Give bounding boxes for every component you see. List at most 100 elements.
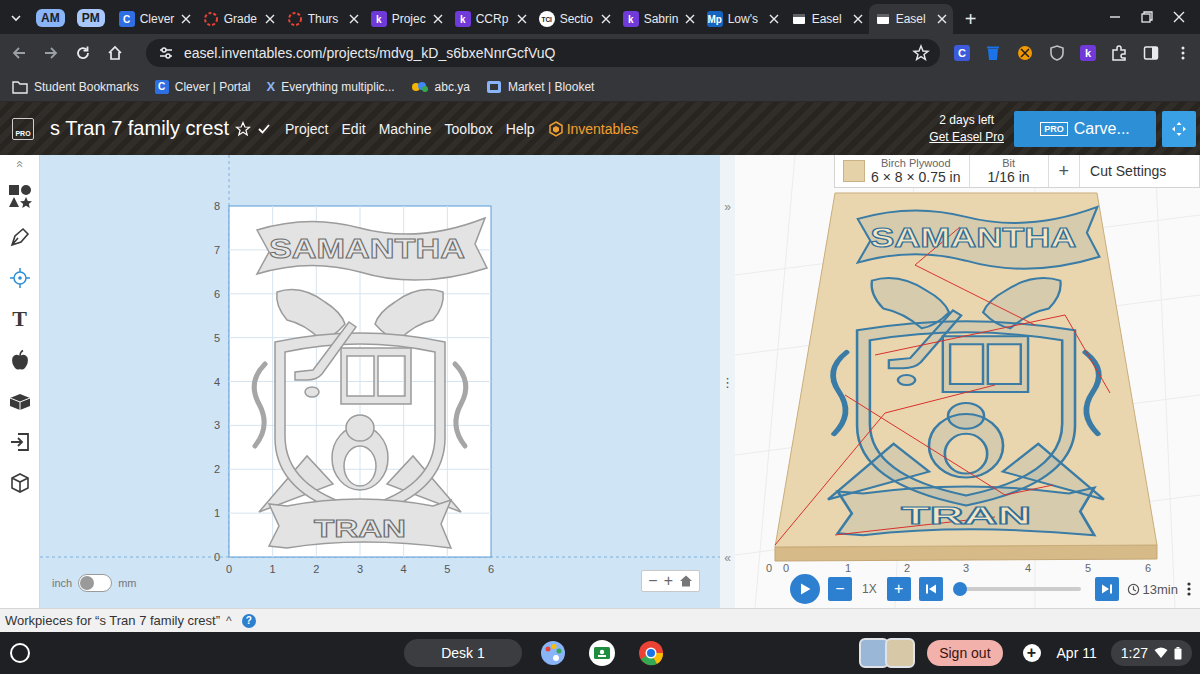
upgrade-link[interactable]: Get Easel Pro	[929, 130, 1004, 144]
new-tab-button[interactable]: +	[965, 9, 977, 29]
carve-button[interactable]: PROCarve...	[1014, 111, 1156, 147]
status-tray[interactable]: 1:27	[1111, 640, 1192, 666]
tool-button[interactable]	[4, 262, 36, 294]
resize-handle[interactable]: ⋮	[721, 376, 734, 389]
material-selector[interactable]: Birch Plywood6 × 8 × 0.75 in	[835, 155, 970, 187]
top-banner[interactable]	[257, 218, 487, 280]
collapse-toolbar-button[interactable]: «	[12, 160, 26, 167]
help-badge[interactable]: ?	[242, 614, 256, 628]
close-icon[interactable]	[265, 14, 275, 24]
tool-button[interactable]	[4, 426, 36, 458]
home-icon[interactable]	[106, 44, 124, 62]
zoom-out-button[interactable]: −	[648, 572, 657, 590]
workpieces-toggle[interactable]: ^	[226, 614, 232, 628]
desk-button[interactable]: Desk 1	[404, 639, 522, 667]
wing-right[interactable]	[375, 290, 443, 340]
classroom-app-icon[interactable]	[588, 639, 616, 667]
tool-button[interactable]: T	[4, 303, 36, 335]
close-icon[interactable]	[853, 14, 863, 24]
star-icon[interactable]	[235, 121, 251, 137]
browser-tab[interactable]: kProjec	[365, 4, 449, 34]
zoom-home-icon[interactable]	[679, 574, 693, 588]
puck[interactable]	[305, 387, 319, 397]
bookmark[interactable]: abc.ya	[411, 80, 470, 94]
launcher-icon[interactable]	[10, 643, 30, 663]
panel-divider[interactable]: »⋮«	[720, 155, 735, 608]
trash-extension-icon[interactable]	[984, 44, 1002, 62]
browser-tab[interactable]: Thurs	[281, 4, 365, 34]
reload-icon[interactable]	[74, 44, 92, 62]
close-icon[interactable]	[517, 14, 527, 24]
skip-end-button[interactable]	[1095, 577, 1119, 601]
menu-item[interactable]: Toolbox	[445, 121, 493, 137]
play-button[interactable]	[790, 574, 820, 604]
orange-extension-icon[interactable]	[1016, 44, 1034, 62]
bookmark[interactable]: Student Bookmarks	[12, 80, 139, 94]
tool-button[interactable]	[4, 344, 36, 376]
tab-group-chip[interactable]: AM	[36, 9, 65, 27]
workpieces-bar[interactable]: Workpieces for “s Tran 7 family crest”^?	[0, 608, 1200, 632]
puzzle-icon[interactable]	[1110, 44, 1128, 62]
preview-menu-icon[interactable]	[1186, 581, 1192, 597]
progress-slider[interactable]	[957, 587, 1081, 591]
bookmark[interactable]: Market | Blooket	[486, 80, 594, 94]
close-icon[interactable]	[685, 14, 695, 24]
browser-tab[interactable]: TCISectio	[533, 4, 617, 34]
menu-item[interactable]: Machine	[379, 121, 432, 137]
bit-selector[interactable]: Bit1/16 in	[970, 155, 1049, 187]
close-icon[interactable]	[349, 14, 359, 24]
chrome-app-icon[interactable]	[637, 639, 665, 667]
fullscreen-button[interactable]	[1162, 111, 1196, 147]
browser-tab[interactable]: Easel	[869, 4, 953, 34]
minimize-icon[interactable]	[1108, 10, 1122, 24]
forward-icon[interactable]	[42, 44, 60, 62]
browser-tab[interactable]: CClever	[113, 4, 197, 34]
easel-logo[interactable]: PRO	[12, 118, 34, 140]
date[interactable]: Apr 11	[1057, 645, 1097, 661]
inventables-link[interactable]: Inventables	[548, 121, 639, 137]
zoom-in-button[interactable]: +	[664, 572, 673, 590]
tool-button[interactable]	[4, 221, 36, 253]
top-banner-text[interactable]: SAMANTHA	[269, 233, 465, 264]
palette-app-icon[interactable]	[539, 639, 567, 667]
bookmark[interactable]: CClever | Portal	[155, 80, 251, 94]
wing-left[interactable]	[277, 290, 345, 340]
penguin-head[interactable]	[346, 415, 374, 441]
faster-button[interactable]: +	[887, 577, 911, 601]
progress-knob[interactable]	[953, 582, 967, 596]
bottom-banner-text[interactable]: TRAN	[314, 515, 406, 542]
preview-scene[interactable]: SAMANTHATRAN00123456	[735, 155, 1200, 608]
extension-icon[interactable]: k	[1080, 45, 1096, 61]
slower-button[interactable]: −	[828, 577, 852, 601]
scroll-right[interactable]	[455, 364, 466, 446]
address-bar[interactable]: easel.inventables.com/projects/mdvg_kD_s…	[146, 39, 940, 67]
tote-thumbnails[interactable]	[859, 638, 915, 668]
site-info-icon[interactable]	[158, 45, 174, 61]
expand-preview-button[interactable]: »	[724, 201, 731, 213]
close-window-icon[interactable]	[1172, 10, 1186, 24]
sign-out-button[interactable]: Sign out	[927, 640, 1002, 666]
design-canvas[interactable]: SAMANTHATRAN0123456012345678inchmm−+	[40, 155, 720, 608]
cut-settings-button[interactable]: Cut Settings	[1080, 155, 1176, 187]
side-panel-icon[interactable]	[1142, 44, 1160, 62]
browser-tab[interactable]: MpLow's	[701, 4, 785, 34]
bottom-banner[interactable]	[269, 499, 451, 548]
tab-search-icon[interactable]	[8, 10, 24, 26]
tool-button[interactable]	[4, 467, 36, 499]
design-surface[interactable]: SAMANTHATRAN0123456012345678	[40, 155, 720, 608]
bookmark[interactable]: XEverything multiplic...	[267, 79, 395, 94]
close-icon[interactable]	[181, 14, 191, 24]
board-rect[interactable]	[229, 206, 491, 557]
rewind-button[interactable]	[919, 577, 943, 601]
tool-button[interactable]	[4, 385, 36, 417]
browser-tab[interactable]: Easel	[785, 4, 869, 34]
close-icon[interactable]	[769, 14, 779, 24]
project-title[interactable]: s Tran 7 family crest	[50, 117, 229, 140]
add-bit-button[interactable]: +	[1049, 155, 1081, 187]
restore-icon[interactable]	[1140, 10, 1154, 24]
menu-item[interactable]: Edit	[342, 121, 366, 137]
browser-tab[interactable]: kCCRp	[449, 4, 533, 34]
back-icon[interactable]	[10, 44, 28, 62]
url-text[interactable]: easel.inventables.com/projects/mdvg_kD_s…	[184, 45, 902, 61]
extension-icon[interactable]: C	[954, 45, 970, 61]
